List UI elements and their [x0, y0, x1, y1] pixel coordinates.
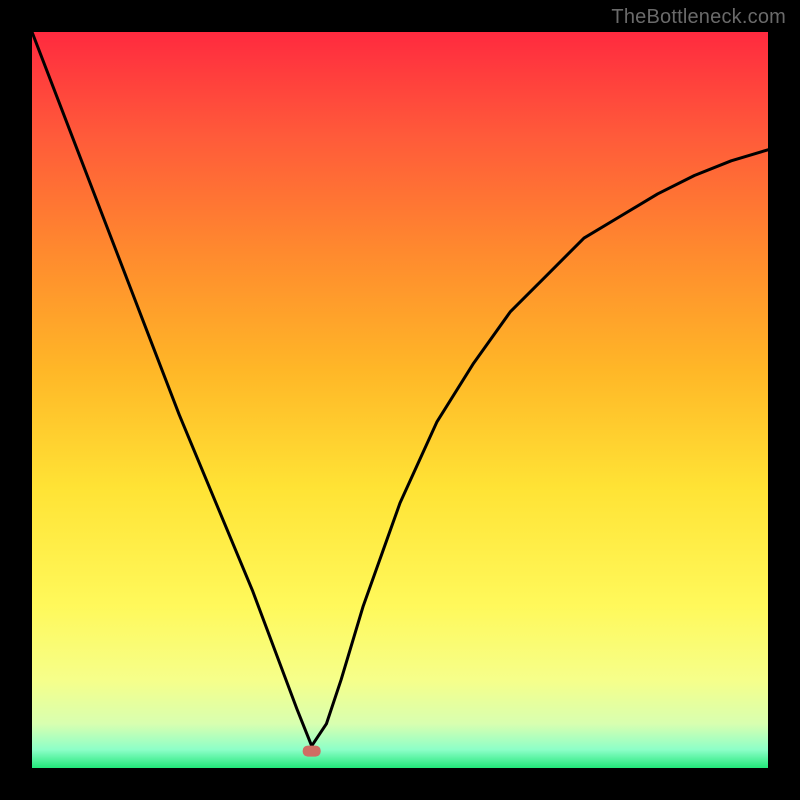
watermark-text: TheBottleneck.com: [611, 6, 786, 29]
optimal-marker: [303, 746, 321, 757]
bottleneck-chart: [32, 32, 768, 768]
plot-area: [32, 32, 768, 768]
gradient-background: [32, 32, 768, 768]
